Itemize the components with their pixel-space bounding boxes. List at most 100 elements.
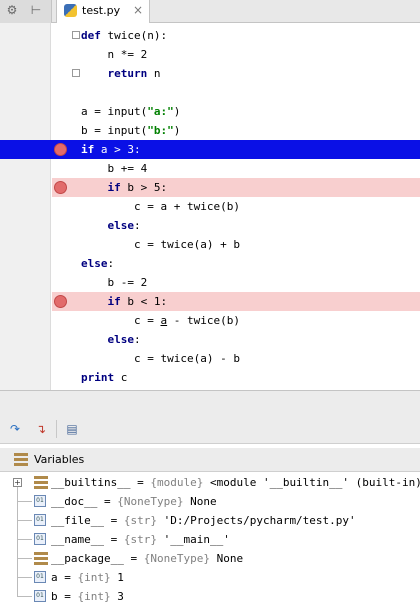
code-editor[interactable]: def twice(n): n *= 2 return n a = input("…	[0, 23, 420, 390]
code-token: c = a + twice(b)	[81, 200, 240, 213]
variable-row[interactable]: 01 __name__ = {str} '__main__'	[0, 530, 420, 549]
variable-equals: =	[97, 495, 118, 508]
code-text: b += 4	[81, 162, 147, 175]
pin-icon[interactable]: ⊢	[28, 2, 44, 18]
variables-icon	[34, 476, 48, 489]
code-text: return n	[81, 67, 161, 80]
code-line[interactable]: c = twice(a) + b	[0, 235, 420, 254]
tab-label: test.py	[82, 4, 121, 17]
code-line[interactable]: else:	[0, 330, 420, 349]
code-text: a = input("a:")	[81, 105, 180, 118]
breakpoint-icon[interactable]	[54, 143, 67, 156]
code-line[interactable]: c = a + twice(b)	[0, 197, 420, 216]
variable-row[interactable]: 01 __doc__ = {NoneType} None	[0, 492, 420, 511]
variable-value: '__main__'	[163, 533, 230, 546]
project-panel-header: ⚙ ⊢	[0, 0, 52, 23]
variable-type-icon: 01	[34, 533, 46, 545]
code-keyword: if	[107, 181, 121, 194]
breakpoint-icon[interactable]	[54, 181, 67, 194]
close-icon[interactable]: ×	[133, 3, 143, 17]
variable-type-icon: 01	[34, 514, 46, 526]
code-text: else:	[81, 257, 114, 270]
code-token: )	[173, 124, 181, 137]
code-line[interactable]: a = input("a:")	[0, 102, 420, 121]
code-token: :	[134, 333, 141, 346]
code-token: :	[134, 219, 141, 232]
variable-name: __doc__	[51, 495, 98, 508]
code-line[interactable]: if b < 1:	[0, 292, 420, 311]
variable-name: a	[51, 571, 58, 584]
tab-test-py[interactable]: test.py ×	[56, 0, 150, 23]
code-line[interactable]: c = twice(a) - b	[0, 349, 420, 368]
variable-row[interactable]: + __builtins__ = {module} <module '__buil…	[0, 473, 420, 492]
code-token: :	[107, 257, 115, 270]
step-over-icon[interactable]: ↷	[6, 421, 24, 437]
tree-branch	[18, 577, 32, 578]
code-line[interactable]: else:	[0, 216, 420, 235]
tree-branch	[18, 558, 32, 559]
code-line[interactable]: b = input("b:")	[0, 121, 420, 140]
frames-icon[interactable]: ▤	[63, 421, 81, 437]
fold-marker-icon[interactable]	[72, 69, 80, 77]
variable-type: {NoneType}	[117, 495, 184, 508]
code-string: "a:"	[147, 105, 174, 118]
variable-text: __name__ = {str} '__main__'	[51, 533, 230, 546]
panel-splitter[interactable]	[0, 390, 420, 414]
variable-type-icon: 01	[34, 571, 46, 583]
code-line[interactable]: if b > 5:	[0, 178, 420, 197]
code-text: c = a + twice(b)	[81, 200, 240, 213]
gear-icon[interactable]: ⚙	[4, 2, 20, 18]
variable-type-icon: 01	[34, 495, 46, 507]
code-line[interactable]: n *= 2	[0, 45, 420, 64]
code-line[interactable]: return n	[0, 64, 420, 83]
code-text: b = input("b:")	[81, 124, 180, 137]
breakpoint-icon[interactable]	[54, 295, 67, 308]
code-line[interactable]	[0, 83, 420, 102]
code-line[interactable]: else:	[0, 254, 420, 273]
watermark-text: 创新互联	[322, 569, 391, 588]
code-token: b = input(	[81, 124, 148, 137]
code-line[interactable]: if a > 3:	[0, 140, 420, 159]
variable-space	[210, 552, 217, 565]
code-token: - twice(b)	[167, 314, 240, 327]
code-text: b -= 2	[81, 276, 147, 289]
variable-name: __package__	[51, 552, 124, 565]
expand-icon[interactable]: +	[13, 478, 22, 487]
variable-name: __file__	[51, 514, 104, 527]
tree-branch	[18, 596, 32, 597]
code-token: b < 1:	[120, 295, 168, 308]
tree-branch	[18, 539, 32, 540]
variable-name: __name__	[51, 533, 104, 546]
code-keyword: return	[107, 67, 148, 80]
fold-marker-icon[interactable]	[72, 31, 80, 39]
step-into-icon[interactable]: ↴	[32, 421, 50, 437]
tree-branch	[18, 520, 32, 521]
code-line[interactable]: c = a - twice(b)	[0, 311, 420, 330]
code-line[interactable]: b -= 2	[0, 273, 420, 292]
editor-tab-bar: ⚙ ⊢ test.py ×	[0, 0, 420, 23]
variable-equals: =	[103, 514, 124, 527]
code-token: twice(n):	[100, 29, 168, 42]
variable-type: {NoneType}	[143, 552, 210, 565]
toolbar-separator	[56, 420, 57, 438]
code-token: c = twice(a) - b	[81, 352, 240, 365]
code-keyword: else	[81, 257, 108, 270]
code-line[interactable]: print c	[0, 368, 420, 387]
code-line[interactable]: def twice(n):	[0, 26, 420, 45]
variables-panel-header: Variables	[0, 448, 420, 472]
variable-text: __doc__ = {NoneType} None	[51, 495, 217, 508]
variable-name: __builtins__	[51, 476, 131, 489]
code-text: c = twice(a) - b	[81, 352, 240, 365]
code-text: n *= 2	[81, 48, 147, 61]
code-keyword: if	[81, 143, 95, 156]
variable-row[interactable]: 01 __file__ = {str} 'D:/Projects/pycharm/…	[0, 511, 420, 530]
code-line[interactable]: b += 4	[0, 159, 420, 178]
code-token: n	[147, 67, 161, 80]
code-token: c = twice(a) + b	[81, 238, 240, 251]
code-keyword: if	[107, 295, 121, 308]
